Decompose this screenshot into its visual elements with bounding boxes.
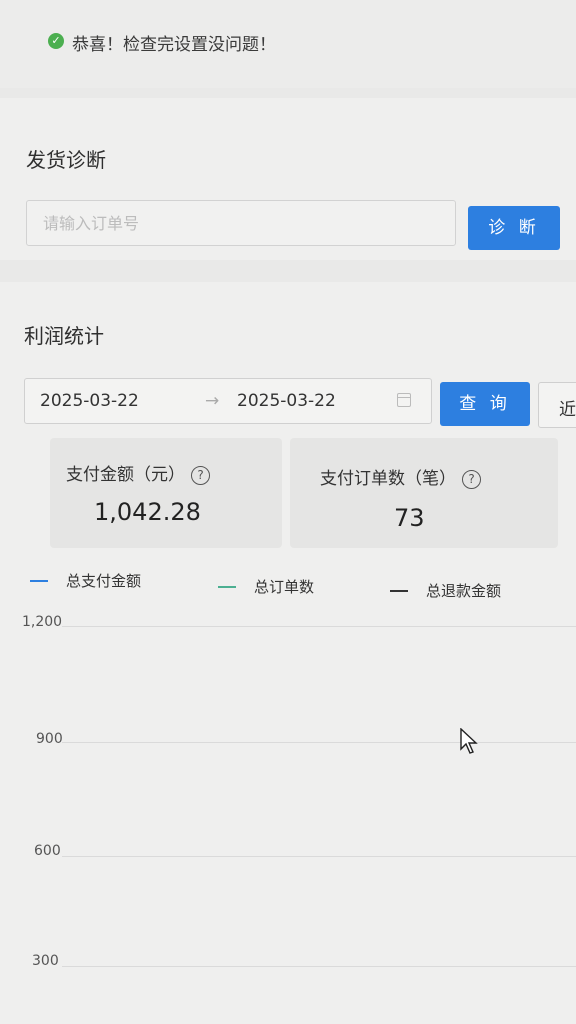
legend-label: 总支付金额 (66, 572, 142, 590)
legend-swatch (30, 580, 48, 582)
range-arrow-icon: → (205, 391, 220, 411)
end-date[interactable]: 2025-03-22 (237, 391, 336, 411)
y-tick-label: 1,200 (22, 614, 63, 630)
metric-label: 支付金额（元）? (66, 460, 210, 485)
payment-amount-card: 支付金额（元）? 1,042.28 (50, 438, 282, 548)
grid-line (62, 626, 576, 627)
order-number-field[interactable] (26, 200, 456, 246)
legend-swatch (218, 586, 236, 588)
y-tick-label: 900 (36, 731, 63, 747)
metric-label: 支付订单数（笔）? (320, 464, 481, 489)
mouse-cursor-icon (460, 728, 478, 754)
legend-swatch (390, 590, 408, 592)
profit-title: 利润统计 (24, 324, 104, 348)
grid-line (62, 856, 576, 857)
check-circle-icon: ✓ (48, 33, 64, 49)
legend-label: 总订单数 (254, 578, 315, 596)
grid-line (62, 742, 576, 743)
metric-value: 73 (394, 504, 425, 532)
success-message: 恭喜！检查完设置没问题！ (72, 35, 276, 55)
success-banner: ✓ 恭喜！检查完设置没问题！ (0, 0, 576, 88)
order-number-input[interactable] (27, 201, 455, 245)
metric-value: 1,042.28 (94, 498, 201, 526)
y-tick-label: 600 (34, 843, 61, 859)
date-range-picker[interactable]: 2025-03-22 → 2025-03-22 (24, 378, 432, 424)
help-icon[interactable]: ? (191, 465, 210, 485)
start-date[interactable]: 2025-03-22 (40, 391, 139, 411)
help-icon[interactable]: ? (462, 469, 481, 489)
diagnose-button[interactable]: 诊 断 (468, 206, 560, 250)
legend-label: 总退款金额 (426, 582, 502, 600)
order-count-card: 支付订单数（笔）? 73 (290, 438, 558, 548)
diagnosis-title: 发货诊断 (26, 148, 106, 172)
grid-line (62, 966, 576, 967)
query-button[interactable]: 查 询 (440, 382, 530, 426)
recent-button[interactable]: 近 (538, 382, 576, 428)
y-tick-label: 300 (32, 953, 59, 969)
calendar-icon[interactable] (397, 393, 411, 407)
